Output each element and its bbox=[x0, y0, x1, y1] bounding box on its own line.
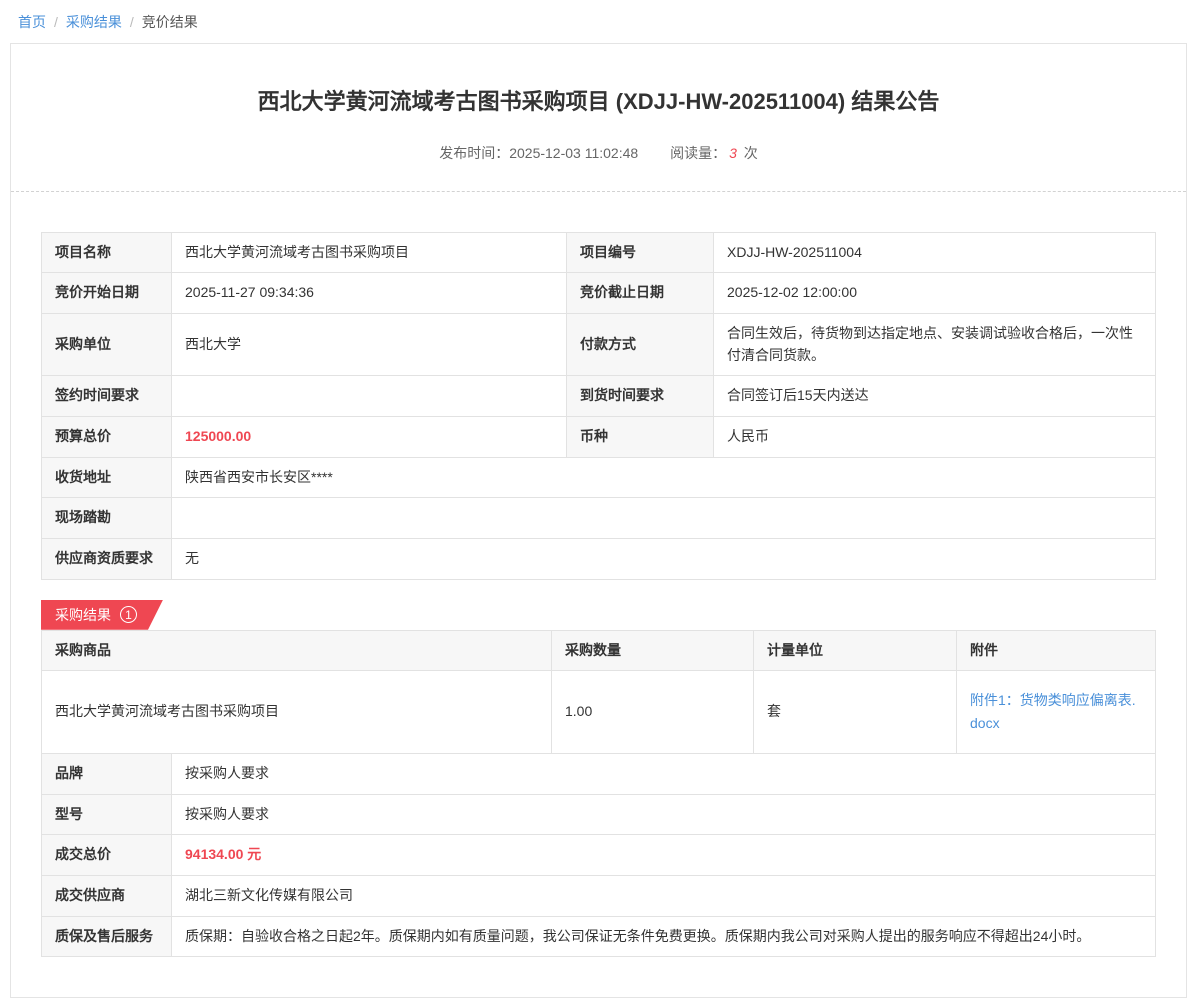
table-row: 采购单位 西北大学 付款方式 合同生效后，待货物到达指定地点、安装调试验收合格后… bbox=[42, 313, 1156, 375]
field-value bbox=[172, 376, 567, 417]
title-section: 西北大学黄河流域考古图书采购项目 (XDJJ-HW-202511004) 结果公… bbox=[11, 44, 1186, 163]
table-row: 收货地址 陕西省西安市长安区**** bbox=[42, 457, 1156, 498]
table-row: 项目名称 西北大学黄河流域考古图书采购项目 项目编号 XDJJ-HW-20251… bbox=[42, 232, 1156, 273]
breadcrumb-separator: / bbox=[54, 14, 58, 30]
field-value: 西北大学黄河流域考古图书采购项目 bbox=[172, 232, 567, 273]
column-header: 附件 bbox=[957, 630, 1156, 671]
budget-total-value: 125000.00 bbox=[172, 417, 567, 458]
column-header: 采购商品 bbox=[42, 630, 552, 671]
field-label: 竞价开始日期 bbox=[42, 273, 172, 314]
product-name: 西北大学黄河流域考古图书采购项目 bbox=[42, 671, 552, 753]
field-value: 湖北三新文化传媒有限公司 bbox=[172, 875, 1156, 916]
table-row: 型号 按采购人要求 bbox=[42, 794, 1156, 835]
field-value: 按采购人要求 bbox=[172, 753, 1156, 794]
table-row: 竞价开始日期 2025-11-27 09:34:36 竞价截止日期 2025-1… bbox=[42, 273, 1156, 314]
result-detail-table: 品牌 按采购人要求 型号 按采购人要求 成交总价 94134.00 元 成交供应… bbox=[41, 753, 1156, 957]
field-value: 合同生效后，待货物到达指定地点、安装调试验收合格后，一次性付清合同货款。 bbox=[714, 313, 1156, 375]
result-badge-label: 采购结果 bbox=[55, 605, 111, 625]
result-table: 采购商品 采购数量 计量单位 附件 西北大学黄河流域考古图书采购项目 1.00 … bbox=[41, 630, 1156, 754]
field-label: 现场踏勘 bbox=[42, 498, 172, 539]
field-label: 币种 bbox=[567, 417, 714, 458]
breadcrumb-home-link[interactable]: 首页 bbox=[18, 14, 46, 30]
field-label: 预算总价 bbox=[42, 417, 172, 458]
field-label: 质保及售后服务 bbox=[42, 916, 172, 957]
field-label: 供应商资质要求 bbox=[42, 539, 172, 580]
field-label: 项目编号 bbox=[567, 232, 714, 273]
breadcrumb-purchase-results-link[interactable]: 采购结果 bbox=[66, 14, 122, 30]
breadcrumb: 首页 / 采购结果 / 竞价结果 bbox=[0, 0, 1197, 43]
unit-of-measure: 套 bbox=[754, 671, 957, 753]
deal-total-price: 94134.00 元 bbox=[172, 835, 1156, 876]
field-label: 采购单位 bbox=[42, 313, 172, 375]
field-label: 成交总价 bbox=[42, 835, 172, 876]
read-count-value: 3 bbox=[729, 145, 737, 161]
field-value: 无 bbox=[172, 539, 1156, 580]
result-badge-number: 1 bbox=[120, 606, 137, 623]
table-row: 供应商资质要求 无 bbox=[42, 539, 1156, 580]
field-label: 签约时间要求 bbox=[42, 376, 172, 417]
table-row: 成交总价 94134.00 元 bbox=[42, 835, 1156, 876]
column-header: 计量单位 bbox=[754, 630, 957, 671]
breadcrumb-current: 竞价结果 bbox=[142, 14, 198, 30]
field-value: 按采购人要求 bbox=[172, 794, 1156, 835]
announcement-meta: 发布时间：2025-12-03 11:02:48 阅读量：3 次 bbox=[41, 143, 1156, 163]
field-label: 到货时间要求 bbox=[567, 376, 714, 417]
project-info-table: 项目名称 西北大学黄河流域考古图书采购项目 项目编号 XDJJ-HW-20251… bbox=[41, 232, 1156, 580]
attachment-link[interactable]: 附件1：货物类响应偏离表.docx bbox=[970, 692, 1136, 731]
table-row: 现场踏勘 bbox=[42, 498, 1156, 539]
page-title: 西北大学黄河流域考古图书采购项目 (XDJJ-HW-202511004) 结果公… bbox=[41, 88, 1156, 117]
field-value: 2025-11-27 09:34:36 bbox=[172, 273, 567, 314]
field-value: 西北大学 bbox=[172, 313, 567, 375]
field-value: 质保期：自验收合格之日起2年。质保期内如有质量问题，我公司保证无条件免费更换。质… bbox=[172, 916, 1156, 957]
publish-time: 发布时间：2025-12-03 11:02:48 bbox=[439, 145, 638, 161]
field-label: 收货地址 bbox=[42, 457, 172, 498]
field-value: XDJJ-HW-202511004 bbox=[714, 232, 1156, 273]
field-label: 竞价截止日期 bbox=[567, 273, 714, 314]
field-value: 2025-12-02 12:00:00 bbox=[714, 273, 1156, 314]
field-value: 人民币 bbox=[714, 417, 1156, 458]
read-count: 阅读量：3 次 bbox=[670, 145, 758, 161]
table-row: 品牌 按采购人要求 bbox=[42, 753, 1156, 794]
table-header-row: 采购商品 采购数量 计量单位 附件 bbox=[42, 630, 1156, 671]
table-row: 签约时间要求 到货时间要求 合同签订后15天内送达 bbox=[42, 376, 1156, 417]
field-value bbox=[172, 498, 1156, 539]
field-label: 品牌 bbox=[42, 753, 172, 794]
field-label: 型号 bbox=[42, 794, 172, 835]
table-row: 成交供应商 湖北三新文化传媒有限公司 bbox=[42, 875, 1156, 916]
table-row: 预算总价 125000.00 币种 人民币 bbox=[42, 417, 1156, 458]
column-header: 采购数量 bbox=[552, 630, 754, 671]
field-value: 陕西省西安市长安区**** bbox=[172, 457, 1156, 498]
announcement-content: 项目名称 西北大学黄河流域考古图书采购项目 项目编号 XDJJ-HW-20251… bbox=[11, 192, 1186, 958]
breadcrumb-separator: / bbox=[130, 14, 134, 30]
purchase-quantity: 1.00 bbox=[552, 671, 754, 753]
field-value: 合同签订后15天内送达 bbox=[714, 376, 1156, 417]
field-label: 付款方式 bbox=[567, 313, 714, 375]
result-badge: 采购结果 1 bbox=[41, 600, 163, 630]
field-label: 成交供应商 bbox=[42, 875, 172, 916]
announcement-card: 西北大学黄河流域考古图书采购项目 (XDJJ-HW-202511004) 结果公… bbox=[10, 43, 1187, 998]
table-row: 质保及售后服务 质保期：自验收合格之日起2年。质保期内如有质量问题，我公司保证无… bbox=[42, 916, 1156, 957]
table-row: 西北大学黄河流域考古图书采购项目 1.00 套 附件1：货物类响应偏离表.doc… bbox=[42, 671, 1156, 753]
field-label: 项目名称 bbox=[42, 232, 172, 273]
